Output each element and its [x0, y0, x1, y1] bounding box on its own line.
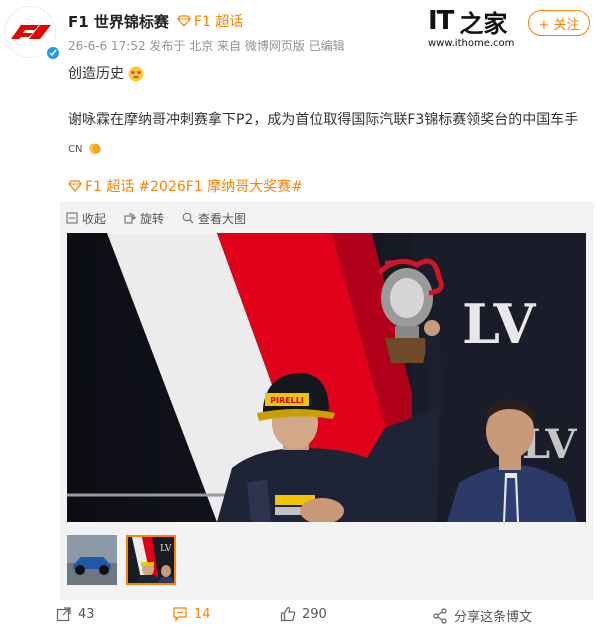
- collapse-label: 收起: [82, 211, 107, 226]
- hashtag-topic[interactable]: F1 超话: [85, 176, 134, 196]
- action-bar: 43 14 290 分享这条博文: [0, 602, 600, 636]
- podium-photo-image: LV LV PIRELLI: [67, 233, 586, 522]
- rotate-button[interactable]: 旋转: [124, 210, 164, 227]
- repost-count: 43: [78, 606, 95, 622]
- clapping-hands-emoji-icon: [89, 143, 101, 155]
- share-label: 分享这条博文: [454, 610, 533, 625]
- backdrop-lv-text: LV: [462, 292, 537, 356]
- comment-count: 14: [194, 606, 211, 622]
- main-photo[interactable]: LV LV PIRELLI: [67, 233, 586, 522]
- ithome-logo-zhi: 之家: [459, 8, 508, 38]
- cn-flag-text: CN: [68, 144, 83, 155]
- collapse-button[interactable]: 收起: [66, 210, 106, 227]
- race-car-thumbnail-image: [67, 535, 117, 585]
- image-gallery: 收起 旋转 查看大图 LV LV PIRELLI LV: [60, 202, 594, 600]
- share-icon: [433, 607, 447, 624]
- hashtag-monaco-gp[interactable]: #2026F1 摩纳哥大奖赛#: [138, 176, 303, 196]
- ithome-logo: IT 之家: [428, 6, 510, 38]
- hashtags: F1 超话 #2026F1 摩纳哥大奖赛#: [68, 176, 303, 196]
- thumbnail-1[interactable]: [67, 535, 117, 585]
- post-meta: 26-6-6 17:52 发布于 北京 来自 微博网页版 已编辑: [68, 39, 345, 53]
- zoom-icon: [182, 212, 194, 224]
- user-name[interactable]: F1 世界锦标赛: [68, 11, 169, 32]
- post-header: F1 世界锦标赛 F1 超话 26-6-6 17:52 发布于 北京 来自 微博…: [0, 0, 600, 64]
- share-button[interactable]: 分享这条博文: [432, 606, 532, 625]
- svg-text:LV: LV: [160, 544, 172, 554]
- follow-button[interactable]: + 关注: [528, 10, 590, 36]
- topic-tag[interactable]: F1 超话: [177, 11, 243, 31]
- repost-icon: [56, 607, 71, 622]
- like-count: 290: [302, 606, 327, 622]
- ithome-logo-it: IT: [428, 6, 454, 36]
- post-line-2-text: 谢咏霖在摩纳哥冲刺赛拿下P2，成为首位取得国际汽联F3锦标赛领奖台的中国车手: [68, 112, 579, 128]
- name-row: F1 世界锦标赛 F1 超话: [68, 10, 243, 32]
- ithome-url: www.ithome.com: [428, 38, 515, 49]
- star-struck-emoji-icon: [128, 66, 144, 82]
- post-line-2: 谢咏霖在摩纳哥冲刺赛拿下P2，成为首位取得国际汽联F3锦标赛领奖台的中国车手 CN: [68, 106, 588, 164]
- topic-tag-label: F1 超话: [193, 14, 244, 30]
- post-line-1-text: 创造历史: [68, 66, 124, 82]
- podium-thumbnail-image: LV: [128, 537, 174, 583]
- collapse-icon: [66, 212, 78, 224]
- repost-button[interactable]: 43: [56, 606, 95, 622]
- thumbs-up-icon: [280, 606, 296, 622]
- comment-icon: [173, 607, 187, 622]
- diamond-icon: [177, 15, 191, 27]
- thumbnail-2-selected[interactable]: LV: [126, 535, 176, 585]
- view-large-label: 查看大图: [198, 211, 247, 226]
- post-line-1: 创造历史: [68, 62, 144, 86]
- verified-badge-icon: [45, 45, 61, 61]
- rotate-icon: [124, 213, 136, 224]
- diamond-icon: [68, 180, 82, 192]
- gallery-toolbar: 收起 旋转 查看大图: [66, 208, 264, 228]
- view-large-button[interactable]: 查看大图: [182, 210, 246, 227]
- like-button[interactable]: 290: [280, 606, 327, 622]
- ithome-watermark: IT 之家 www.ithome.com: [428, 6, 515, 58]
- rotate-label: 旋转: [140, 211, 165, 226]
- cap-brand-text: PIRELLI: [270, 396, 304, 405]
- f1-logo-icon: [11, 25, 51, 39]
- comment-button[interactable]: 14: [172, 606, 211, 622]
- avatar[interactable]: [4, 6, 61, 61]
